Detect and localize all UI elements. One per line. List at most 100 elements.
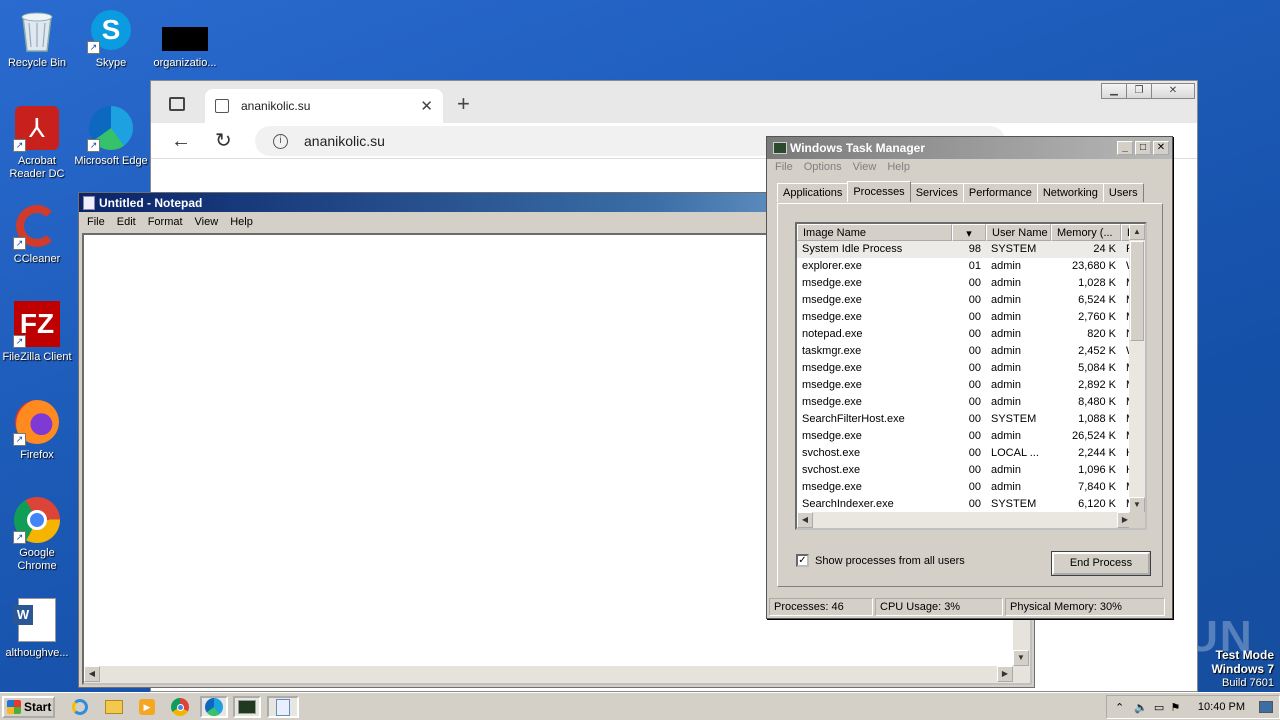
network-icon[interactable]: ▭ (1154, 701, 1164, 714)
table-row[interactable]: msedge.exe00admin6,524 KM (797, 292, 1141, 309)
taskbar-task-manager[interactable] (233, 696, 261, 718)
table-row[interactable]: taskmgr.exe00admin2,452 KW (797, 343, 1141, 360)
table-row[interactable]: msedge.exe00admin7,840 KM (797, 479, 1141, 496)
tab-applications[interactable]: Applications (777, 183, 849, 202)
taskbar-ie[interactable] (66, 696, 94, 718)
table-row[interactable]: msedge.exe00admin8,480 KM (797, 394, 1141, 411)
edge-tab[interactable]: ananikolic.su ✕ (205, 89, 443, 123)
task-manager-tabs: Applications Processes Services Performa… (777, 181, 1144, 202)
process-vertical-scrollbar[interactable]: ▲ ▼ (1129, 224, 1145, 513)
desktop-icon-organization[interactable]: organizatio... (148, 6, 222, 70)
taskbar-media-player[interactable]: ▶ (133, 696, 161, 718)
taskbar-edge[interactable] (200, 696, 228, 718)
cell-image-name: msedge.exe (802, 379, 862, 391)
menu-view[interactable]: View (189, 216, 225, 228)
desktop-icon-filezilla[interactable]: FZ ↗ FileZilla Client (0, 300, 74, 364)
scroll-left-icon[interactable]: ◀ (84, 666, 100, 682)
desktop-icon-edge[interactable]: ↗ Microsoft Edge (74, 104, 148, 168)
desktop-icon-skype[interactable]: S ↗ Skype (74, 6, 148, 70)
table-row[interactable]: SearchIndexer.exe00SYSTEM6,120 KM (797, 496, 1141, 513)
col-memory[interactable]: Memory (... (1051, 224, 1121, 241)
desktop-icon-recycle-bin[interactable]: Recycle Bin (0, 6, 74, 70)
table-row[interactable]: msedge.exe00admin5,084 KM (797, 360, 1141, 377)
taskbar-notepad[interactable] (267, 696, 299, 718)
menu-edit[interactable]: Edit (111, 216, 142, 228)
tab-networking[interactable]: Networking (1036, 183, 1104, 202)
tm-menu-view[interactable]: View (849, 161, 884, 175)
task-manager-window: Windows Task Manager _ □ ✕ File Options … (766, 136, 1173, 619)
speaker-icon[interactable]: 🔈 (1134, 701, 1148, 714)
tm-menu-options[interactable]: Options (800, 161, 849, 175)
task-manager-titlebar[interactable]: Windows Task Manager _ □ ✕ (767, 137, 1172, 159)
cell-user-name: admin (991, 396, 1021, 408)
start-button[interactable]: Start (2, 696, 55, 718)
col-image-name[interactable]: Image Name (797, 224, 952, 241)
new-tab-icon[interactable]: + (457, 91, 470, 117)
notepad-app-icon (83, 195, 95, 210)
tab-services[interactable]: Services (909, 183, 964, 202)
close-tab-icon[interactable]: ✕ (420, 97, 433, 115)
cell-user-name: admin (991, 277, 1021, 289)
close-button[interactable]: ✕ (1151, 83, 1195, 99)
table-row[interactable]: msedge.exe00admin1,028 KM (797, 275, 1141, 292)
cell-cpu: 00 (968, 345, 981, 357)
process-horizontal-scrollbar[interactable]: ◀ ▶ (797, 512, 1133, 528)
table-row[interactable]: msedge.exe00admin26,524 KM (797, 428, 1141, 445)
tm-maximize-button[interactable]: □ (1135, 141, 1151, 155)
horizontal-scrollbar[interactable]: ◀ ▶ (84, 666, 1030, 683)
table-row[interactable]: msedge.exe00admin2,892 KM (797, 377, 1141, 394)
table-row[interactable]: notepad.exe00admin820 KN (797, 326, 1141, 343)
tm-close-button[interactable]: ✕ (1153, 141, 1169, 155)
refresh-icon[interactable]: ↻ (215, 131, 232, 151)
checkbox-box[interactable]: ✓ (796, 554, 809, 567)
tray-expand-icon[interactable]: ⌃ (1115, 701, 1124, 714)
show-all-processes-checkbox[interactable]: ✓ Show processes from all users (796, 554, 965, 567)
scroll-down-icon[interactable]: ▼ (1129, 497, 1145, 513)
desktop-icon-ccleaner[interactable]: ↗ CCleaner (0, 202, 74, 266)
scroll-left-icon[interactable]: ◀ (797, 512, 813, 528)
col-cpu-sort[interactable]: ▾ (952, 224, 986, 241)
cell-user-name: SYSTEM (991, 413, 1037, 425)
back-icon[interactable]: ← (171, 131, 191, 151)
tm-menu-file[interactable]: File (771, 161, 800, 175)
scroll-down-icon[interactable]: ▼ (1013, 650, 1029, 666)
scroll-thumb[interactable] (1130, 241, 1144, 341)
table-row[interactable]: SearchFilterHost.exe00SYSTEM1,088 KM (797, 411, 1141, 428)
tab-users[interactable]: Users (1102, 183, 1144, 202)
desktop-icon-chrome[interactable]: ↗ Google Chrome (0, 496, 74, 573)
table-row[interactable]: explorer.exe01admin23,680 KW (797, 258, 1141, 275)
tm-minimize-button[interactable]: _ (1117, 141, 1133, 155)
restore-button[interactable]: ❐ (1126, 83, 1152, 99)
desktop-icon-word-doc[interactable]: W althoughve... (0, 596, 74, 660)
windows-logo-icon (7, 700, 21, 714)
col-user-name[interactable]: User Name (986, 224, 1051, 241)
desktop-icon-firefox[interactable]: ↗ Firefox (0, 398, 74, 462)
minimize-button[interactable]: ▁ (1101, 83, 1127, 99)
menu-file[interactable]: File (81, 216, 111, 228)
desktop-icon-acrobat[interactable]: ⅄ ↗ Acrobat Reader DC (0, 104, 74, 181)
action-center-flag-icon[interactable]: ⚑ (1170, 701, 1180, 714)
system-tray: ⌃ 🔈 ▭ ⚑ 10:40 PM (1106, 695, 1280, 719)
tab-processes[interactable]: Processes (847, 181, 911, 202)
end-process-button[interactable]: End Process (1051, 551, 1151, 576)
table-row[interactable]: svchost.exe00admin1,096 KH (797, 462, 1141, 479)
table-row[interactable]: msedge.exe00admin2,760 KM (797, 309, 1141, 326)
clock[interactable]: 10:40 PM (1198, 701, 1245, 713)
menu-format[interactable]: Format (142, 216, 189, 228)
menu-help[interactable]: Help (224, 216, 259, 228)
tab-actions-icon[interactable] (169, 97, 185, 111)
scroll-up-icon[interactable]: ▲ (1129, 224, 1145, 240)
site-info-icon[interactable]: i (273, 133, 288, 149)
process-list[interactable]: Image Name ▾ User Name Memory (... D Sys… (795, 222, 1147, 530)
table-row[interactable]: System Idle Process98SYSTEM24 KPe (797, 241, 1141, 258)
taskbar-explorer[interactable] (100, 696, 128, 718)
cell-image-name: msedge.exe (802, 396, 862, 408)
cell-user-name: admin (991, 345, 1021, 357)
file-icon (161, 6, 209, 54)
tm-menu-help[interactable]: Help (883, 161, 917, 175)
show-desktop-icon[interactable] (1259, 701, 1273, 713)
scroll-right-icon[interactable]: ▶ (997, 666, 1013, 682)
tab-performance[interactable]: Performance (962, 183, 1038, 202)
taskbar-chrome[interactable] (166, 696, 194, 718)
table-row[interactable]: svchost.exe00LOCAL ...2,244 KH (797, 445, 1141, 462)
